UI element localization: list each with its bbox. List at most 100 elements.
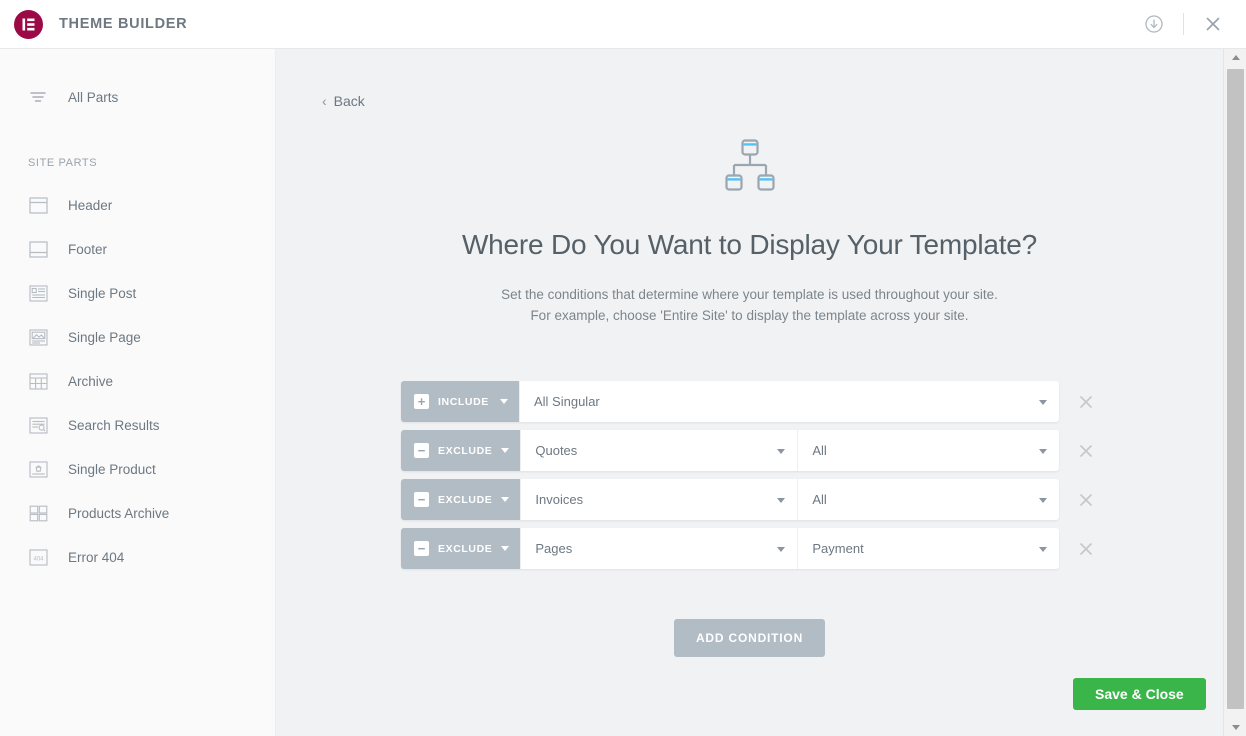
subtitle-line-2: For example, choose 'Entire Site' to dis… xyxy=(530,308,969,323)
chevron-down-icon xyxy=(500,399,508,404)
sitemap-icon xyxy=(276,139,1223,191)
condition-control: − EXCLUDE Pages Payment xyxy=(401,528,1059,569)
theme-builder-window: THEME BUILDER All Parts SITE PARTS Heade… xyxy=(0,0,1246,736)
condition-subtarget-value: All xyxy=(812,492,827,507)
scroll-arrow-up-icon[interactable] xyxy=(1224,49,1246,66)
condition-control: + INCLUDE All Singular xyxy=(401,381,1059,422)
svg-text:404: 404 xyxy=(33,556,44,562)
chevron-down-icon xyxy=(777,546,786,552)
sidebar-item-header[interactable]: Header xyxy=(0,183,275,227)
top-bar-actions xyxy=(1139,0,1246,48)
sidebar-section-title: SITE PARTS xyxy=(28,157,98,169)
condition-subtarget-value: Payment xyxy=(812,541,864,556)
products-archive-icon xyxy=(28,503,48,523)
single-product-icon xyxy=(28,459,48,479)
page-subtitle: Set the conditions that determine where … xyxy=(276,284,1223,326)
sidebar-item-error-404[interactable]: 404 Error 404 xyxy=(0,535,275,579)
condition-type-dropdown[interactable]: + INCLUDE xyxy=(401,381,519,422)
sidebar-item-label: Products Archive xyxy=(68,505,170,521)
sidebar-item-label: Header xyxy=(68,197,113,213)
sidebar-item-all-parts[interactable]: All Parts xyxy=(0,75,275,119)
error-404-icon: 404 xyxy=(28,547,48,567)
chevron-down-icon xyxy=(501,448,510,453)
close-icon[interactable] xyxy=(1198,9,1228,39)
condition-subtarget-value: All xyxy=(812,443,827,458)
vertical-scrollbar[interactable] xyxy=(1223,49,1246,736)
remove-condition-button[interactable] xyxy=(1072,534,1101,564)
remove-condition-button[interactable] xyxy=(1072,436,1101,466)
minus-icon: − xyxy=(414,541,429,556)
page-title: Where Do You Want to Display Your Templa… xyxy=(461,229,1038,260)
remove-condition-button[interactable] xyxy=(1072,485,1101,515)
elementor-logo-glyph xyxy=(22,18,35,30)
header-layout-icon xyxy=(28,195,48,215)
sidebar-item-single-product[interactable]: Single Product xyxy=(0,447,275,491)
condition-row: − EXCLUDE Quotes All xyxy=(401,430,1101,471)
condition-type-dropdown[interactable]: − EXCLUDE xyxy=(401,430,521,471)
footer-layout-icon xyxy=(28,239,48,259)
single-page-icon xyxy=(28,327,48,347)
condition-row: − EXCLUDE Pages Payment xyxy=(401,528,1101,569)
chevron-left-icon: ‹ xyxy=(322,93,327,109)
minus-icon: − xyxy=(414,443,429,458)
scroll-arrow-down-icon[interactable] xyxy=(1224,719,1246,736)
condition-row: + INCLUDE All Singular xyxy=(401,381,1101,422)
sidebar-item-label: Error 404 xyxy=(68,549,125,565)
back-button[interactable]: ‹ Back xyxy=(322,93,365,109)
sidebar-item-products-archive[interactable]: Products Archive xyxy=(0,491,275,535)
subtitle-line-1: Set the conditions that determine where … xyxy=(501,287,998,302)
remove-condition-button[interactable] xyxy=(1072,387,1101,417)
add-condition-area: ADD CONDITION xyxy=(276,619,1223,657)
condition-target-value: All Singular xyxy=(534,394,600,409)
sidebar-item-label: Search Results xyxy=(68,417,160,433)
elementor-logo-icon[interactable] xyxy=(14,9,43,39)
sidebar-item-label: All Parts xyxy=(68,89,119,105)
condition-control: − EXCLUDE Quotes All xyxy=(401,430,1059,471)
sidebar-item-footer[interactable]: Footer xyxy=(0,227,275,271)
sidebar: All Parts SITE PARTS Header Footer Singl… xyxy=(0,49,276,736)
plus-icon: + xyxy=(414,394,429,409)
sidebar-item-label: Single Post xyxy=(68,285,137,301)
main-content: ‹ Back Where Do You Want to Display Your… xyxy=(276,49,1223,736)
condition-target-select[interactable]: Invoices xyxy=(520,479,797,520)
toolbar-divider xyxy=(1183,13,1184,35)
minus-icon: − xyxy=(414,492,429,507)
sidebar-item-single-post[interactable]: Single Post xyxy=(0,271,275,315)
condition-target-value: Pages xyxy=(535,541,573,556)
condition-type-label: EXCLUDE xyxy=(438,542,493,555)
download-circle-icon[interactable] xyxy=(1139,9,1169,39)
condition-type-label: INCLUDE xyxy=(438,395,489,408)
chevron-down-icon xyxy=(1038,448,1047,454)
app-title: THEME BUILDER xyxy=(59,16,188,32)
conditions-list: + INCLUDE All Singular − EXCLUDE Quotes … xyxy=(401,381,1101,577)
save-and-close-button[interactable]: Save & Close xyxy=(1073,678,1206,710)
condition-target-select[interactable]: All Singular xyxy=(519,381,1059,422)
condition-target-select[interactable]: Quotes xyxy=(520,430,797,471)
sidebar-item-archive[interactable]: Archive xyxy=(0,359,275,403)
condition-type-label: EXCLUDE xyxy=(438,493,493,506)
condition-target-select[interactable]: Pages xyxy=(520,528,797,569)
search-results-icon xyxy=(28,415,48,435)
condition-subtarget-select[interactable]: Payment xyxy=(797,528,1058,569)
condition-subtarget-select[interactable]: All xyxy=(797,479,1058,520)
sidebar-item-label: Single Page xyxy=(68,329,141,345)
sidebar-item-label: Archive xyxy=(68,373,114,389)
hero-section: Where Do You Want to Display Your Templa… xyxy=(276,139,1223,326)
condition-control: − EXCLUDE Invoices All xyxy=(401,479,1059,520)
condition-type-dropdown[interactable]: − EXCLUDE xyxy=(401,528,521,569)
chevron-down-icon xyxy=(1038,497,1047,503)
chevron-down-icon xyxy=(501,497,510,502)
sidebar-item-label: Footer xyxy=(68,241,108,257)
chevron-down-icon xyxy=(1038,399,1047,405)
sidebar-item-single-page[interactable]: Single Page xyxy=(0,315,275,359)
condition-type-label: EXCLUDE xyxy=(438,444,493,457)
single-post-icon xyxy=(28,283,48,303)
condition-subtarget-select[interactable]: All xyxy=(797,430,1058,471)
sidebar-item-search-results[interactable]: Search Results xyxy=(0,403,275,447)
condition-row: − EXCLUDE Invoices All xyxy=(401,479,1101,520)
add-condition-button[interactable]: ADD CONDITION xyxy=(673,619,826,657)
chevron-down-icon xyxy=(777,497,786,503)
back-label: Back xyxy=(333,93,365,109)
scrollbar-thumb[interactable] xyxy=(1227,69,1244,709)
condition-type-dropdown[interactable]: − EXCLUDE xyxy=(401,479,521,520)
